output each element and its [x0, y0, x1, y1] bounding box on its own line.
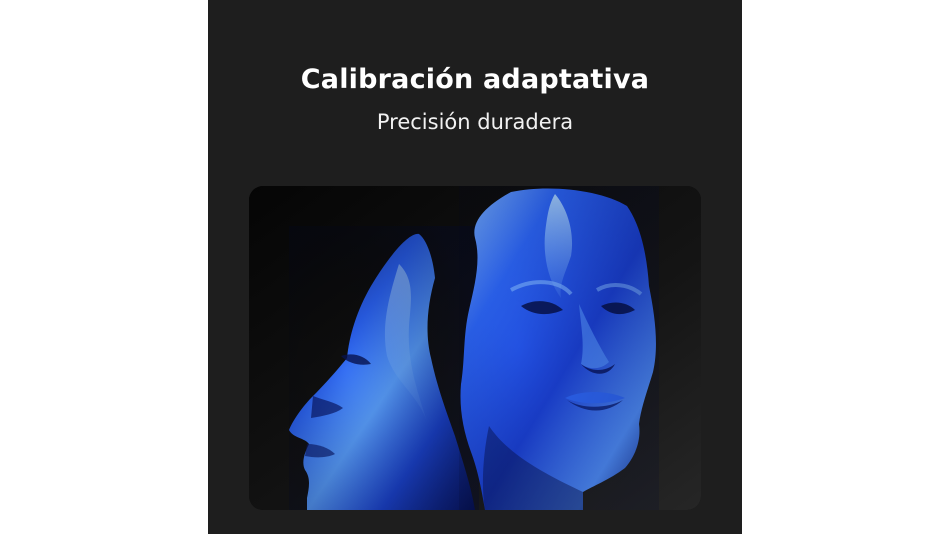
left-face-shape — [289, 226, 479, 510]
page: Calibración adaptativa Precisión durader… — [0, 0, 950, 534]
feature-title: Calibración adaptativa — [300, 64, 650, 95]
blue-faces-illustration — [249, 186, 701, 510]
right-face-shape — [459, 186, 659, 510]
feature-image — [249, 186, 701, 510]
feature-panel: Calibración adaptativa Precisión durader… — [208, 0, 742, 534]
feature-subtitle: Precisión duradera — [376, 110, 574, 134]
